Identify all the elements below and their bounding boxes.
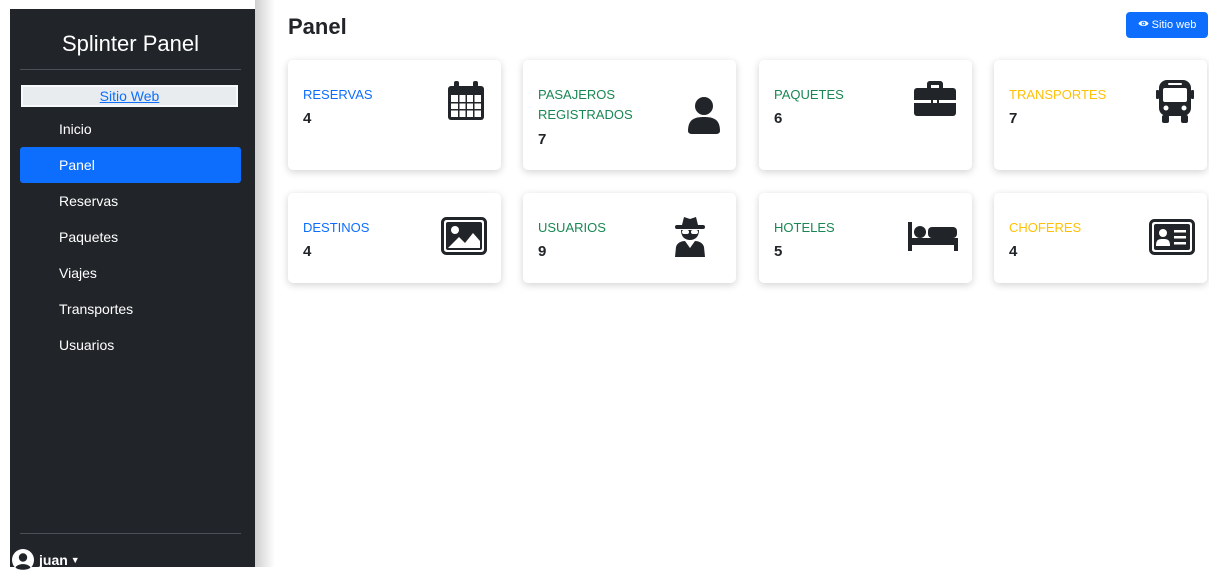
card-transportes[interactable]: TRANSPORTES 7 bbox=[994, 60, 1207, 170]
card-destinos[interactable]: DESTINOS 4 bbox=[288, 193, 501, 283]
card-usuarios[interactable]: USUARIOS 9 bbox=[523, 193, 736, 283]
id-card-icon bbox=[1149, 219, 1195, 255]
sidebar-item-panel[interactable]: Panel bbox=[20, 147, 241, 183]
sidebar-item-usuarios[interactable]: Usuarios bbox=[20, 327, 241, 363]
card-value: 9 bbox=[538, 243, 547, 260]
sidebar-item-reservas[interactable]: Reservas bbox=[20, 183, 241, 219]
sidebar-item-viajes[interactable]: Viajes bbox=[20, 255, 241, 291]
page-title: Panel bbox=[288, 14, 347, 39]
eye-icon bbox=[1138, 18, 1149, 32]
card-value: 4 bbox=[303, 243, 312, 260]
briefcase-icon bbox=[913, 80, 957, 118]
card-choferes[interactable]: CHOFERES 4 bbox=[994, 193, 1207, 283]
site-link[interactable]: Sitio Web bbox=[100, 88, 160, 104]
user-circle-icon bbox=[11, 548, 35, 572]
sidebar-divider bbox=[20, 69, 241, 70]
card-value: 4 bbox=[303, 110, 312, 127]
card-label: TRANSPORTES bbox=[1009, 87, 1107, 102]
site-link-box: Sitio Web bbox=[21, 85, 238, 107]
sidebar-nav: Inicio Panel Reservas Paquetes Viajes Tr… bbox=[20, 111, 241, 363]
card-label: PAQUETES bbox=[774, 87, 844, 102]
sidebar: Splinter Panel Sitio Web Inicio Panel Re… bbox=[10, 9, 255, 571]
card-value: 6 bbox=[774, 110, 783, 127]
site-web-button[interactable]: Sitio web bbox=[1126, 12, 1208, 38]
sidebar-item-paquetes[interactable]: Paquetes bbox=[20, 219, 241, 255]
card-value: 7 bbox=[1009, 110, 1018, 127]
card-label: CHOFERES bbox=[1009, 220, 1082, 235]
sidebar-shadow bbox=[255, 0, 275, 567]
card-label: HOTELES bbox=[774, 220, 835, 235]
image-icon bbox=[441, 217, 487, 255]
sidebar-item-inicio[interactable]: Inicio bbox=[20, 111, 241, 147]
card-hoteles[interactable]: HOTELES 5 bbox=[759, 193, 972, 283]
user-name: juan bbox=[39, 552, 68, 568]
card-value: 7 bbox=[538, 131, 547, 148]
card-paquetes[interactable]: PAQUETES 6 bbox=[759, 60, 972, 170]
sidebar-item-transportes[interactable]: Transportes bbox=[20, 291, 241, 327]
site-web-button-label: Sitio web bbox=[1151, 19, 1197, 31]
user-icon bbox=[687, 96, 721, 134]
card-value: 4 bbox=[1009, 243, 1018, 260]
card-label: RESERVAS bbox=[303, 87, 373, 102]
card-value: 5 bbox=[774, 243, 783, 260]
card-reservas[interactable]: RESERVAS 4 bbox=[288, 60, 501, 170]
user-menu[interactable]: juan ▼ bbox=[11, 549, 80, 571]
bed-icon bbox=[907, 219, 959, 253]
sidebar-footer-divider bbox=[20, 533, 241, 534]
card-pasajeros-registrados[interactable]: PASAJEROS REGISTRADOS 7 bbox=[523, 60, 736, 170]
card-label: PASAJEROS REGISTRADOS bbox=[538, 87, 633, 122]
brand-title: Splinter Panel bbox=[62, 31, 199, 56]
card-label: USUARIOS bbox=[538, 220, 606, 235]
user-secret-icon bbox=[673, 215, 707, 257]
card-label: DESTINOS bbox=[303, 220, 370, 235]
bus-icon bbox=[1156, 78, 1194, 126]
calendar-icon bbox=[446, 80, 486, 122]
chevron-down-icon: ▼ bbox=[70, 555, 80, 565]
